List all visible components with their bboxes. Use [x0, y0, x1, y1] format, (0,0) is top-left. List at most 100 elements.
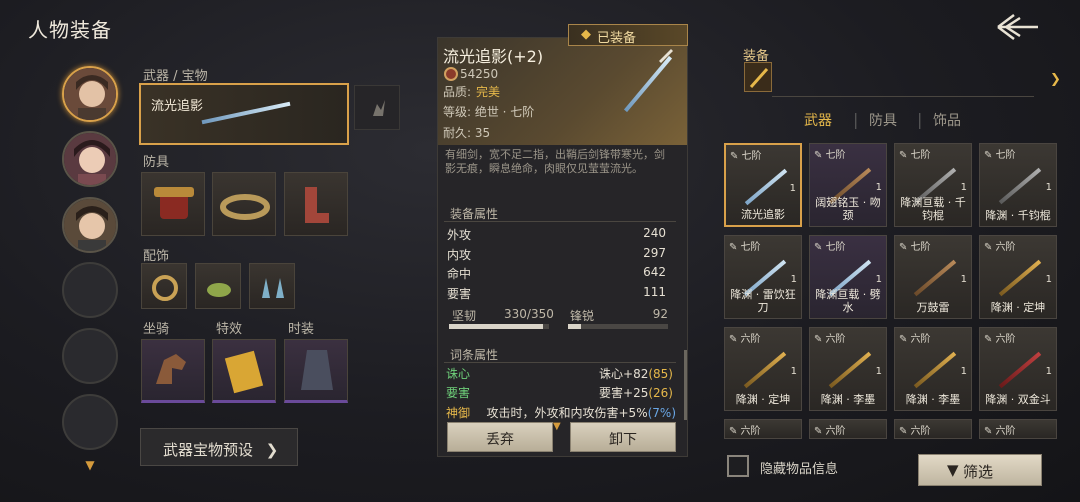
item-count: 1: [875, 366, 882, 377]
chevron-down-icon: ▼: [553, 421, 561, 432]
item-tier: ✎ 六阶: [729, 334, 761, 345]
armor-slot-boots[interactable]: [284, 172, 348, 236]
sword-icon: [201, 101, 291, 125]
weapon-preset-label: 武器宝物预设: [163, 441, 254, 459]
treasure-icon: [373, 100, 385, 116]
stat-value: 240: [643, 226, 666, 240]
inventory-item[interactable]: ✎ 七阶 1 万鼓雷: [894, 235, 972, 319]
back-arrow-icon[interactable]: [996, 12, 1040, 42]
filter-button[interactable]: ▼ 筛选: [918, 454, 1042, 486]
weapon-slot-name: 流光追影: [151, 99, 204, 114]
empty-character-slot[interactable]: [62, 328, 118, 384]
item-tier: ✎ 七阶: [814, 150, 846, 161]
stat-name: 内攻: [447, 248, 472, 262]
chevron-down-icon[interactable]: ▼: [83, 458, 97, 472]
item-name: 降渊 · 雷饮狂刀: [730, 288, 796, 314]
tab-armor[interactable]: 防具: [869, 110, 897, 130]
toughness-bar: [449, 324, 549, 329]
edit-icon[interactable]: [656, 44, 676, 64]
accessory-slot-ring[interactable]: [141, 263, 187, 309]
armor-slot-chest[interactable]: [141, 172, 205, 236]
weapon-preset-button[interactable]: 武器宝物预设 ❯: [140, 428, 298, 466]
sharpness-value: 92: [652, 307, 668, 321]
item-name: 降渊 · 定坤: [990, 301, 1046, 314]
weapon-section-label: 武器 / 宝物: [143, 69, 208, 84]
item-tier: ✎ 七阶: [729, 242, 761, 253]
coin-icon: [444, 67, 458, 81]
inventory-item[interactable]: ✎ 六阶 1 降渊 · 李墨: [809, 327, 887, 411]
inventory-item[interactable]: ✎ 七阶 1 降渊 · 雷饮狂刀: [724, 235, 802, 319]
inventory-item[interactable]: ✎ 六阶 1 降渊 · 李墨: [894, 327, 972, 411]
stat-name: 要害: [447, 287, 472, 301]
inventory-item[interactable]: ✎ 七阶 1 降渊亘载 · 千钧棍: [894, 143, 972, 227]
chevron-right-icon[interactable]: ❯: [1050, 72, 1061, 87]
treasure-slot[interactable]: [354, 85, 400, 130]
equip-icon[interactable]: [744, 62, 772, 92]
mount-slot[interactable]: [141, 339, 205, 403]
equipped-badge-label: 已装备: [597, 31, 637, 46]
unequip-button[interactable]: 卸下: [570, 422, 676, 452]
effect-slot[interactable]: [212, 339, 276, 403]
accessory-slot-jade[interactable]: [195, 263, 241, 309]
sharpness-label: 锋锐: [570, 309, 595, 323]
empty-character-slot[interactable]: [62, 262, 118, 318]
jade-icon: [207, 283, 231, 297]
stat-value: 111: [643, 285, 666, 299]
item-tier: ✎ 七阶: [730, 151, 762, 162]
belt-icon: [220, 194, 270, 220]
stat-name: 命中: [447, 267, 472, 281]
quality-label: 品质:: [443, 85, 472, 99]
character-avatar-1[interactable]: [62, 66, 118, 122]
inventory-item[interactable]: ✎ 六阶 1 降渊 · 双金斗: [979, 327, 1057, 411]
accessory-section-label: 配饰: [143, 249, 170, 264]
inventory-item[interactable]: ✎ 六阶: [809, 419, 887, 439]
costume-section-label: 时装: [288, 322, 315, 337]
armor-slot-belt[interactable]: [212, 172, 276, 236]
inventory-item[interactable]: ✎ 七阶 1 流光追影: [724, 143, 802, 227]
mount-section-label: 坐骑: [143, 322, 170, 337]
book-icon: [224, 350, 264, 394]
weapon-icon: [998, 351, 1042, 389]
weapon-icon: [743, 351, 787, 389]
affix-tag: 诛心: [446, 367, 471, 381]
scrollbar[interactable]: [684, 350, 687, 420]
inventory-item[interactable]: ✎ 六阶: [894, 419, 972, 439]
accessory-slot-earring[interactable]: [249, 263, 295, 309]
item-grade: 等级: 绝世 · 七阶: [443, 105, 535, 119]
inventory-item[interactable]: ✎ 七阶 1 降渊 · 千钧棍: [979, 143, 1057, 227]
inventory-item[interactable]: ✎ 六阶 1 降渊 · 定坤: [724, 327, 802, 411]
item-name: 降渊 · 李墨: [820, 393, 876, 406]
weapon-icon: [913, 259, 957, 297]
item-name: 阔翅铭玉 · 吻颈: [815, 196, 881, 222]
weapon-slot[interactable]: [139, 83, 349, 145]
toughness-value: 330/350: [504, 307, 554, 321]
inventory-item[interactable]: ✎ 六阶: [724, 419, 802, 439]
character-avatar-2[interactable]: [62, 131, 118, 187]
hide-info-label: 隐藏物品信息: [760, 462, 839, 477]
stats-title: 装备属性: [450, 207, 499, 221]
item-count: 1: [875, 274, 882, 285]
tab-separator: |: [853, 110, 859, 129]
hide-info-checkbox[interactable]: [727, 455, 749, 477]
tab-accessory[interactable]: 饰品: [933, 110, 961, 130]
character-avatar-3[interactable]: [62, 197, 118, 253]
inventory-item[interactable]: ✎ 七阶 1 阔翅铭玉 · 吻颈: [809, 143, 887, 227]
item-tier: ✎ 七阶: [899, 150, 931, 161]
tab-weapon[interactable]: 武器: [804, 110, 832, 130]
empty-character-slot[interactable]: [62, 394, 118, 450]
costume-icon: [301, 350, 333, 390]
costume-slot[interactable]: [284, 339, 348, 403]
item-tier: ✎ 六阶: [984, 242, 1016, 253]
weapon-icon: [913, 351, 957, 389]
inventory-item[interactable]: ✎ 六阶 1 降渊 · 定坤: [979, 235, 1057, 319]
item-tier: ✎ 六阶: [814, 426, 846, 437]
inventory-item[interactable]: ✎ 七阶 1 降渊亘载 · 劈水: [809, 235, 887, 319]
weapon-icon: [998, 167, 1042, 205]
affix-line: 诛心+82(85): [599, 367, 673, 381]
item-count: 1: [960, 366, 967, 377]
discard-button[interactable]: 丢弃: [447, 422, 553, 452]
item-count: 1: [1045, 366, 1052, 377]
item-count: 1: [790, 366, 797, 377]
item-tier: ✎ 六阶: [899, 426, 931, 437]
inventory-item[interactable]: ✎ 六阶: [979, 419, 1057, 439]
